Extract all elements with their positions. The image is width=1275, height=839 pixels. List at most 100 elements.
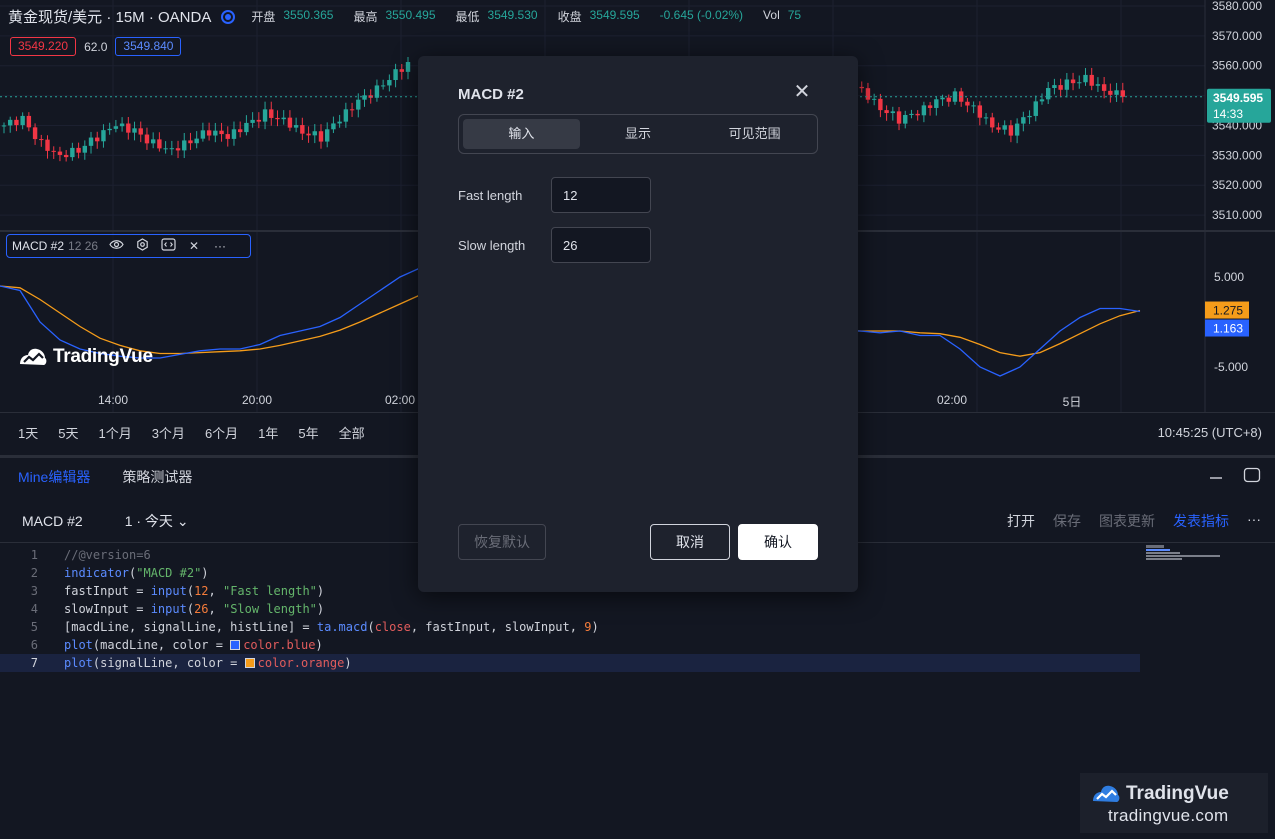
candle-body [871, 98, 877, 100]
candle-body [1120, 90, 1125, 97]
candle-body [896, 111, 902, 124]
watermark-url: tradingvue.com [1108, 806, 1229, 825]
range-button[interactable]: 3个月 [152, 423, 185, 442]
minimize-icon[interactable] [1209, 466, 1223, 487]
candle-body [890, 111, 896, 114]
range-button[interactable]: 5天 [58, 423, 78, 442]
price-axis-label: 3510.000 [1212, 208, 1262, 222]
save-button[interactable]: 保存 [1053, 511, 1081, 531]
code-line[interactable]: 5 [macdLine, signalLine, histLine] = ta.m… [0, 618, 1140, 636]
ohlc-label: 开盘 [251, 10, 276, 24]
time-axis-label: 14:00 [97, 393, 129, 407]
update-chart-button[interactable]: 图表更新 [1099, 511, 1155, 531]
code-text: plot(macdLine, color = color.blue) [64, 638, 323, 652]
candle-body [157, 139, 162, 149]
tab-editor[interactable]: Mine编辑器 [18, 467, 90, 487]
candle-body [70, 147, 75, 158]
candle-body [51, 150, 56, 152]
candle-body [169, 148, 175, 150]
clock-readout[interactable]: 10:45:25 (UTC+8) [1158, 425, 1262, 440]
watermark: TradingVue tradingvue.com [1080, 773, 1268, 833]
candle-body [325, 129, 330, 142]
candle-body [362, 95, 367, 100]
version-selector[interactable]: 1 · 今天 ⌄ [125, 511, 189, 531]
fast-length-input[interactable] [551, 177, 651, 213]
macd-legend-name: MACD #2 [12, 239, 65, 253]
code-line[interactable]: 6 plot(macdLine, color = color.blue) [0, 636, 1140, 654]
candle-body [188, 140, 193, 144]
range-button[interactable]: 5年 [298, 423, 318, 442]
remove-icon[interactable]: ✕ [186, 239, 202, 253]
candle-body [977, 105, 983, 118]
candle-body [909, 113, 914, 115]
candle-body [175, 148, 181, 151]
window-controls [1209, 466, 1261, 487]
line-number: 1 [30, 548, 38, 562]
confirm-button[interactable]: 确认 [738, 524, 818, 560]
symbol-header: 黄金现货/美元 · 15M · OANDA 开盘 3550.365 最高 3550.4… [8, 6, 813, 27]
candle-body [275, 117, 280, 120]
candle-body [1101, 84, 1107, 91]
range-button[interactable]: 1天 [18, 423, 38, 442]
range-button[interactable]: 6个月 [205, 423, 238, 442]
more-options-icon[interactable]: ··· [1247, 511, 1261, 531]
macd-legend-params: 12 26 [68, 239, 99, 253]
candle-body [393, 69, 398, 81]
candle-body [219, 130, 224, 135]
range-button[interactable]: 全部 [339, 423, 365, 442]
cancel-button[interactable]: 取消 [650, 524, 730, 560]
range-button[interactable]: 1年 [258, 423, 278, 442]
spread-value: 62.0 [84, 39, 108, 54]
macd-value-label: 1.163 [1213, 322, 1243, 336]
code-line[interactable]: 4 slowInput = input(26, "Slow length") [0, 600, 1140, 618]
candle-body [132, 128, 137, 133]
candle-body [1045, 88, 1051, 100]
candle-body [1033, 101, 1038, 116]
script-name[interactable]: MACD #2 [22, 513, 83, 529]
candle-body [1108, 90, 1113, 95]
sell-price-button[interactable]: 3549.220 [10, 37, 77, 56]
current-price-label: 3549.595 [1213, 91, 1263, 105]
signal-value-label: 1.275 [1213, 304, 1243, 318]
tab-visibility[interactable]: 可见范围 [696, 119, 813, 149]
candle-body [138, 128, 143, 135]
settings-icon[interactable] [134, 238, 150, 254]
time-axis-label: 5日 [1062, 395, 1082, 409]
candle-body [387, 80, 392, 86]
price-axis-label: 3570.000 [1212, 29, 1262, 43]
candle-body [63, 154, 69, 158]
reset-defaults-button[interactable]: 恢复默认 [458, 524, 546, 560]
more-icon[interactable]: ··· [212, 239, 228, 253]
candle-body [1039, 99, 1045, 102]
buy-price-button[interactable]: 3549.840 [115, 37, 182, 56]
eye-icon[interactable] [108, 239, 124, 253]
candle-body [1058, 85, 1063, 90]
candle-body [331, 123, 336, 130]
candle-body [237, 129, 243, 133]
range-button[interactable]: 1个月 [98, 423, 131, 442]
candle-body [399, 69, 404, 72]
source-code-icon[interactable] [160, 238, 176, 254]
macd-legend[interactable]: MACD #2 12 26 ✕ ··· [6, 234, 251, 258]
tab-strategy-tester[interactable]: 策略测试器 [122, 467, 192, 487]
candle-body [82, 145, 88, 153]
tab-style[interactable]: 显示 [580, 119, 697, 149]
candle-body [405, 62, 411, 72]
tab-inputs[interactable]: 输入 [463, 119, 580, 149]
symbol-title[interactable]: 黄金现货/美元 · 15M · OANDA [8, 6, 211, 27]
watermark-name: TradingVue [1126, 783, 1229, 804]
publish-button[interactable]: 发表指标 [1173, 511, 1229, 531]
code-line-current[interactable]: 7 plot(signalLine, color = color.orange) [0, 654, 1140, 672]
slow-length-row: Slow length [458, 227, 651, 263]
candle-body [965, 101, 970, 106]
candle-body [971, 105, 976, 107]
maximize-icon[interactable] [1243, 466, 1261, 487]
close-icon[interactable]: ✕ [792, 82, 812, 102]
candle-body [107, 128, 112, 131]
open-button[interactable]: 打开 [1007, 511, 1035, 531]
code-minimap[interactable] [1146, 545, 1226, 561]
slow-length-input[interactable] [551, 227, 651, 263]
line-number: 4 [30, 602, 38, 616]
candle-body [194, 138, 199, 144]
candle-body [225, 134, 230, 139]
